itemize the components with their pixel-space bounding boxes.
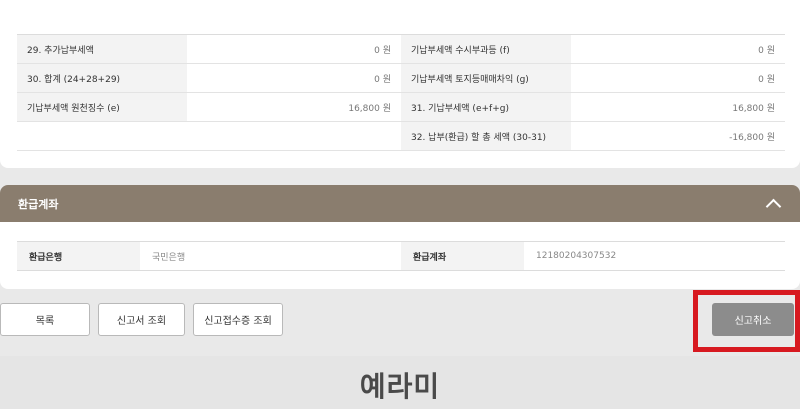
list-button[interactable]: 목록 bbox=[0, 303, 90, 336]
table-row: 32. 납부(환급) 할 총 세액 (30-31) -16,800 원 bbox=[17, 121, 785, 151]
row-value: 16,800 원 bbox=[187, 92, 401, 122]
account-label: 환급계좌 bbox=[401, 241, 524, 271]
account-value: 12180204307532 bbox=[536, 251, 617, 261]
cancel-report-button[interactable]: 신고취소 bbox=[712, 303, 794, 336]
empty-cell bbox=[17, 121, 401, 151]
chevron-up-icon[interactable] bbox=[764, 195, 782, 213]
row-value: 0 원 bbox=[571, 34, 785, 64]
table-row: 30. 합계 (24+28+29) 0 원 기납부세액 토지등매매차익 (g) … bbox=[17, 63, 785, 93]
row-value: -16,800 원 bbox=[571, 121, 785, 151]
row-label: 기납부세액 토지등매매차익 (g) bbox=[401, 63, 571, 93]
refund-section-header[interactable]: 환급계좌 bbox=[0, 185, 800, 222]
table-row: 29. 추가납부세액 0 원 기납부세액 수시부과등 (f) 0 원 bbox=[17, 34, 785, 64]
row-value: 0 원 bbox=[187, 34, 401, 64]
row-label: 29. 추가납부세액 bbox=[17, 34, 187, 64]
row-value: 0 원 bbox=[187, 63, 401, 93]
row-value: 16,800 원 bbox=[571, 92, 785, 122]
row-label: 기납부세액 원천징수 (e) bbox=[17, 92, 187, 122]
row-label: 기납부세액 수시부과등 (f) bbox=[401, 34, 571, 64]
row-value: 0 원 bbox=[571, 63, 785, 93]
view-receipt-button[interactable]: 신고접수증 조회 bbox=[193, 303, 283, 336]
tax-summary-table: 29. 추가납부세액 0 원 기납부세액 수시부과등 (f) 0 원 30. 합… bbox=[17, 34, 785, 151]
row-label: 32. 납부(환급) 할 총 세액 (30-31) bbox=[401, 121, 571, 151]
watermark-logo: 예라미 bbox=[359, 370, 441, 403]
bank-label: 환급은행 bbox=[17, 241, 140, 271]
refund-account-card: 환급계좌 환급은행 국민은행 환급계좌 12180204307532 bbox=[0, 185, 800, 289]
table-row: 기납부세액 원천징수 (e) 16,800 원 31. 기납부세액 (e+f+g… bbox=[17, 92, 785, 122]
row-label: 30. 합계 (24+28+29) bbox=[17, 63, 187, 93]
section-title: 환급계좌 bbox=[18, 197, 59, 211]
view-report-button[interactable]: 신고서 조회 bbox=[98, 303, 185, 336]
bank-value: 국민은행 bbox=[152, 252, 186, 263]
row-label: 31. 기납부세액 (e+f+g) bbox=[401, 92, 571, 122]
table-row: 환급은행 국민은행 환급계좌 12180204307532 bbox=[17, 241, 785, 271]
refund-account-table: 환급은행 국민은행 환급계좌 12180204307532 bbox=[17, 241, 785, 271]
